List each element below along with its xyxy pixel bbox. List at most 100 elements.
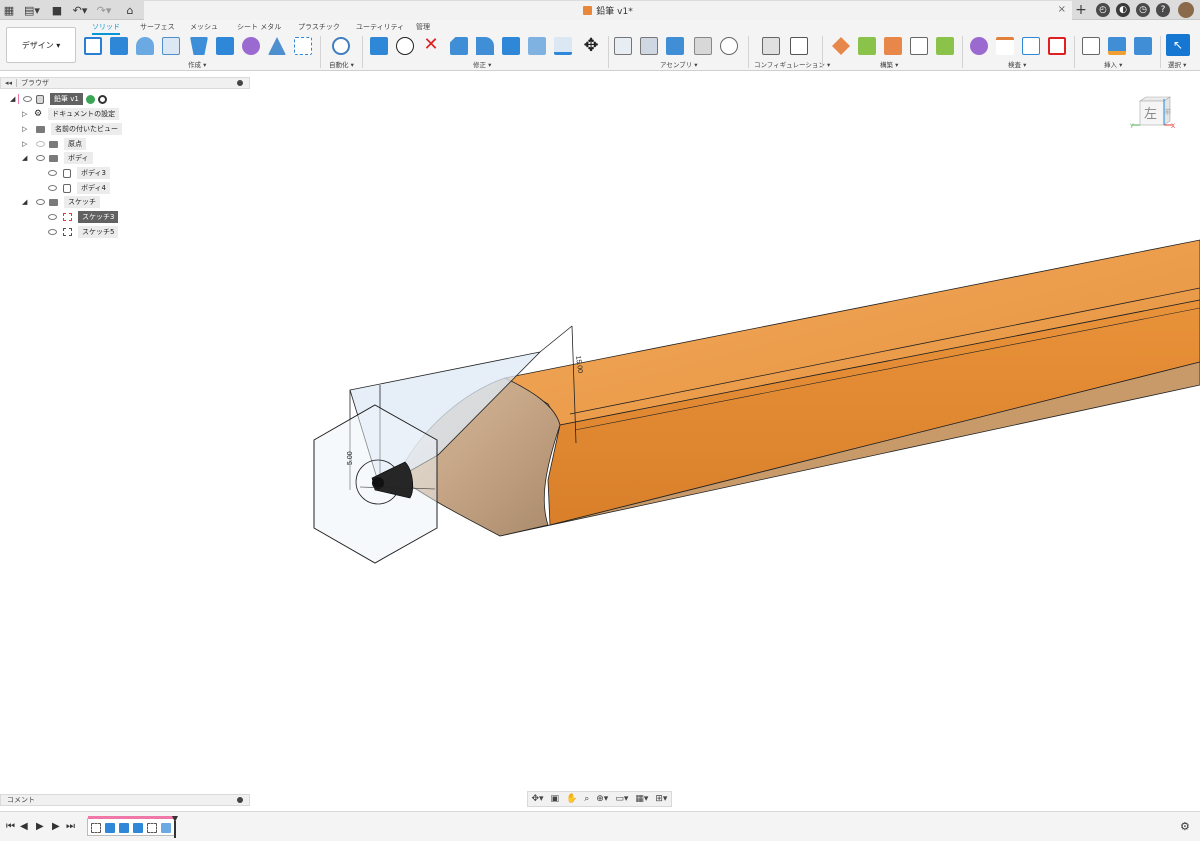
new-component-icon[interactable] bbox=[614, 37, 632, 55]
timeline-extrude-feature[interactable] bbox=[133, 823, 143, 833]
viewcube-face-left[interactable]: 左 bbox=[1144, 107, 1157, 122]
group-modify-label[interactable]: 修正 ▾ bbox=[473, 59, 491, 69]
loft-icon[interactable] bbox=[190, 37, 208, 55]
configuration-table-icon[interactable] bbox=[790, 37, 808, 55]
move-icon[interactable]: ✥ bbox=[582, 37, 600, 55]
orbit-icon[interactable]: ✥▾ bbox=[531, 794, 543, 804]
app-grid-icon[interactable]: ▦ bbox=[4, 3, 14, 17]
group-construct-label[interactable]: 構築 ▾ bbox=[880, 59, 898, 69]
align-icon[interactable] bbox=[554, 37, 572, 55]
joint-origin-icon[interactable] bbox=[694, 37, 712, 55]
group-create-label[interactable]: 作成 ▾ bbox=[188, 59, 206, 69]
shell-modify-icon[interactable] bbox=[476, 37, 494, 55]
measure-icon[interactable] bbox=[970, 37, 988, 55]
create-sketch-icon[interactable] bbox=[84, 37, 102, 55]
undo-icon[interactable]: ↶▾ bbox=[71, 3, 89, 17]
interference-icon[interactable] bbox=[996, 37, 1014, 55]
zoom-icon[interactable]: ⊕▾ bbox=[596, 794, 608, 804]
hole-icon[interactable] bbox=[162, 37, 180, 55]
tab-mesh[interactable]: メッシュ bbox=[190, 22, 218, 32]
viewcube[interactable]: 左 前 Y X bbox=[1129, 95, 1176, 135]
tab-solid[interactable]: ソリッド bbox=[92, 22, 120, 35]
press-pull-icon[interactable] bbox=[370, 37, 388, 55]
notifications-icon[interactable]: ◷ bbox=[1136, 3, 1150, 17]
plane-at-angle-icon[interactable] bbox=[858, 37, 876, 55]
chamfer-icon[interactable] bbox=[450, 37, 468, 55]
job-status-icon[interactable]: ◐ bbox=[1116, 3, 1130, 17]
automate-icon[interactable] bbox=[332, 37, 350, 55]
tangent-plane-icon[interactable] bbox=[884, 37, 902, 55]
split-body-icon[interactable] bbox=[528, 37, 546, 55]
shell-icon[interactable] bbox=[216, 37, 234, 55]
file-menu-icon[interactable]: ▤▾ bbox=[24, 3, 40, 17]
home-icon[interactable]: ⌂ bbox=[123, 3, 137, 17]
combine-icon[interactable] bbox=[502, 37, 520, 55]
timeline-sketch-feature[interactable] bbox=[91, 823, 101, 833]
group-inspect-label[interactable]: 検査 ▾ bbox=[1008, 59, 1026, 69]
fillet-icon[interactable] bbox=[396, 37, 414, 55]
point-icon[interactable] bbox=[936, 37, 954, 55]
timeline-playhead[interactable] bbox=[172, 816, 178, 838]
extensions-icon[interactable]: ◴ bbox=[1096, 3, 1110, 17]
axis-icon[interactable] bbox=[910, 37, 928, 55]
go-to-start-icon[interactable]: ⏮ bbox=[6, 821, 15, 832]
grid-settings-icon[interactable]: ▦▾ bbox=[635, 794, 648, 804]
dimension-5[interactable]: 5.00 bbox=[347, 451, 354, 465]
user-avatar[interactable] bbox=[1178, 2, 1194, 18]
configure-icon[interactable] bbox=[762, 37, 780, 55]
display-settings-icon[interactable]: ▭▾ bbox=[615, 794, 628, 804]
timeline-settings-gear-icon[interactable]: ⚙ bbox=[1180, 820, 1190, 833]
save-icon[interactable]: ■ bbox=[51, 3, 63, 17]
3d-viewport[interactable]: 5.00 15.00 bbox=[0, 72, 1200, 790]
workspace-switcher[interactable]: デザイン ▾ bbox=[6, 27, 76, 63]
delete-icon[interactable]: ✕ bbox=[422, 36, 440, 55]
viewcube-face-front[interactable]: 前 bbox=[1165, 108, 1171, 116]
comment-bar[interactable]: コメント bbox=[0, 794, 250, 806]
tab-surface[interactable]: サーフェス bbox=[140, 22, 175, 32]
zoom-window-icon[interactable]: ⌕ bbox=[584, 794, 589, 804]
pattern-icon[interactable] bbox=[268, 37, 286, 55]
pan-hand-icon[interactable]: ✋ bbox=[566, 794, 577, 804]
as-built-joint-icon[interactable] bbox=[666, 37, 684, 55]
tab-utilities[interactable]: ユーティリティ bbox=[356, 22, 404, 32]
group-configuration-label[interactable]: コンフィギュレーション ▾ bbox=[754, 59, 830, 69]
look-at-icon[interactable]: ▣ bbox=[551, 794, 560, 804]
play-icon[interactable]: ▶ bbox=[36, 821, 44, 832]
extrude-icon[interactable] bbox=[110, 37, 128, 55]
timeline-revolve-feature[interactable] bbox=[161, 823, 171, 833]
group-select-label[interactable]: 選択 ▾ bbox=[1168, 59, 1186, 69]
close-tab-icon[interactable]: × bbox=[1058, 4, 1066, 15]
drive-joints-icon[interactable] bbox=[720, 37, 738, 55]
redo-icon[interactable]: ↷▾ bbox=[95, 3, 113, 17]
group-assemble-label[interactable]: アセンブリ ▾ bbox=[660, 59, 698, 69]
joint-icon[interactable] bbox=[640, 37, 658, 55]
go-to-end-icon[interactable]: ⏭ bbox=[66, 821, 75, 832]
display-component-colors-icon[interactable] bbox=[1048, 37, 1066, 55]
offset-plane-icon[interactable] bbox=[832, 37, 850, 55]
tab-sheet-metal[interactable]: シート メタル bbox=[237, 22, 281, 32]
group-automate-label[interactable]: 自動化 ▾ bbox=[329, 59, 354, 69]
canvas-icon[interactable] bbox=[1134, 37, 1152, 55]
mirror-icon[interactable] bbox=[294, 37, 312, 55]
comment-add-icon[interactable] bbox=[237, 797, 243, 803]
revolve-icon[interactable] bbox=[136, 37, 154, 55]
document-tab[interactable]: 鉛筆 v1* × bbox=[144, 1, 1072, 20]
select-arrow-icon[interactable]: ↖ bbox=[1166, 34, 1190, 56]
timeline-extrude-feature[interactable] bbox=[119, 823, 129, 833]
insert-mesh-icon[interactable] bbox=[1108, 37, 1126, 55]
group-insert-label[interactable]: 挿入 ▾ bbox=[1104, 59, 1122, 69]
tab-manage[interactable]: 管理 bbox=[416, 22, 430, 32]
help-icon[interactable]: ? bbox=[1156, 3, 1170, 17]
new-tab-icon[interactable]: + bbox=[1074, 2, 1088, 18]
timeline-extrude-feature[interactable] bbox=[105, 823, 115, 833]
form-icon[interactable] bbox=[242, 37, 260, 55]
viewcube-graphic[interactable]: 左 前 Y X bbox=[1129, 95, 1176, 135]
step-forward-icon[interactable]: ▶ bbox=[52, 821, 60, 832]
timeline-track[interactable] bbox=[87, 816, 176, 836]
tab-plastic[interactable]: プラスチック bbox=[298, 22, 340, 32]
insert-derive-icon[interactable] bbox=[1082, 37, 1100, 55]
section-analysis-icon[interactable] bbox=[1022, 37, 1040, 55]
viewports-icon[interactable]: ⊞▾ bbox=[655, 794, 667, 804]
timeline-sketch-feature[interactable] bbox=[147, 823, 157, 833]
step-back-icon[interactable]: ◀ bbox=[20, 821, 28, 832]
